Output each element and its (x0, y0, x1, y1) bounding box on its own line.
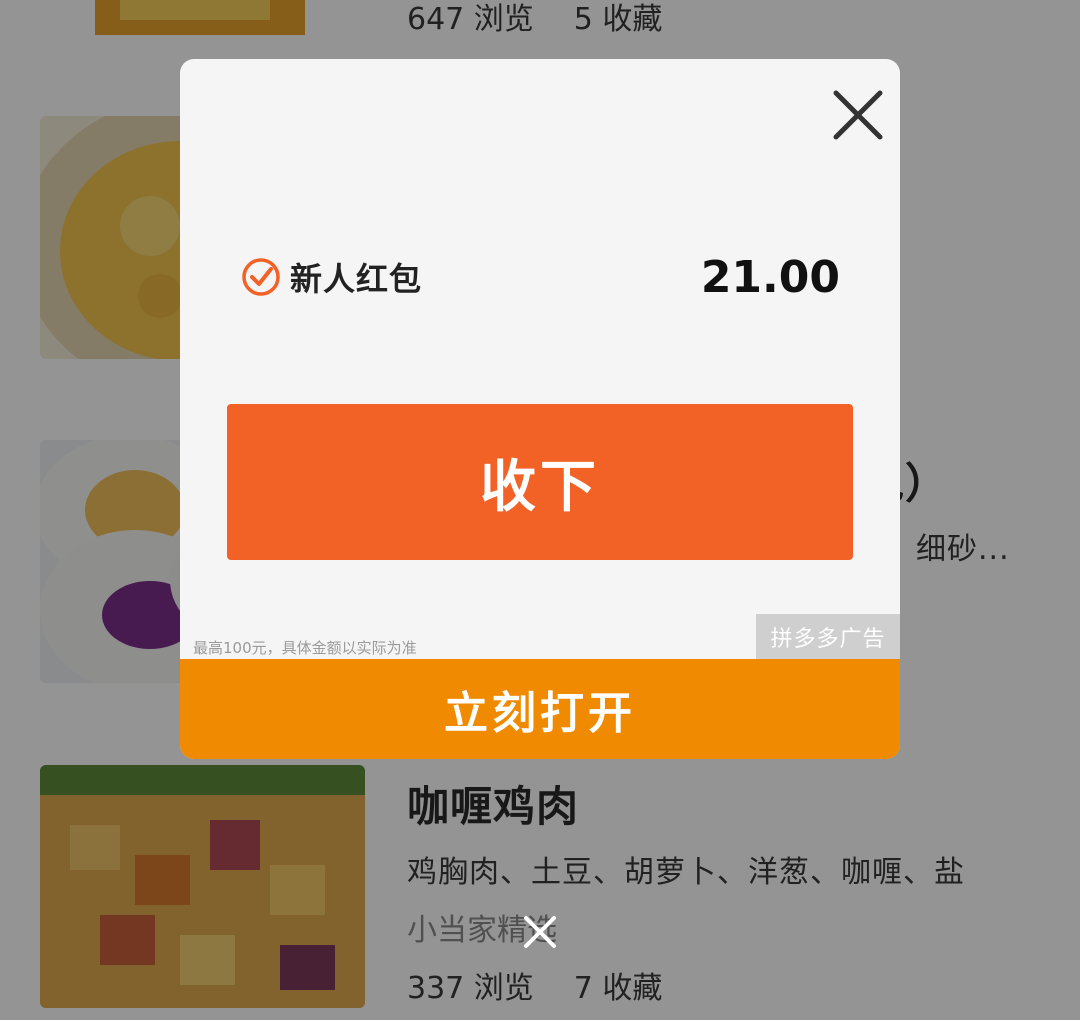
coupon-label: 新人红包 (290, 260, 423, 298)
close-icon[interactable] (830, 87, 886, 143)
ad-badge: 拼多多广告 (756, 614, 900, 660)
coupon-popup: 新人红包 21.00 收下 最高100元，具体金额以实际为准 拼多多广告 立刻打… (180, 59, 900, 759)
accept-button[interactable]: 收下 (227, 404, 853, 560)
check-circle-icon (242, 258, 280, 296)
close-icon[interactable] (510, 902, 570, 962)
coupon-row: 新人红包 21.00 (240, 249, 840, 305)
disclaimer-text: 最高100元，具体金额以实际为准 (193, 639, 417, 657)
open-now-button[interactable]: 立刻打开 (180, 659, 900, 759)
coupon-amount: 21.00 (700, 251, 840, 303)
